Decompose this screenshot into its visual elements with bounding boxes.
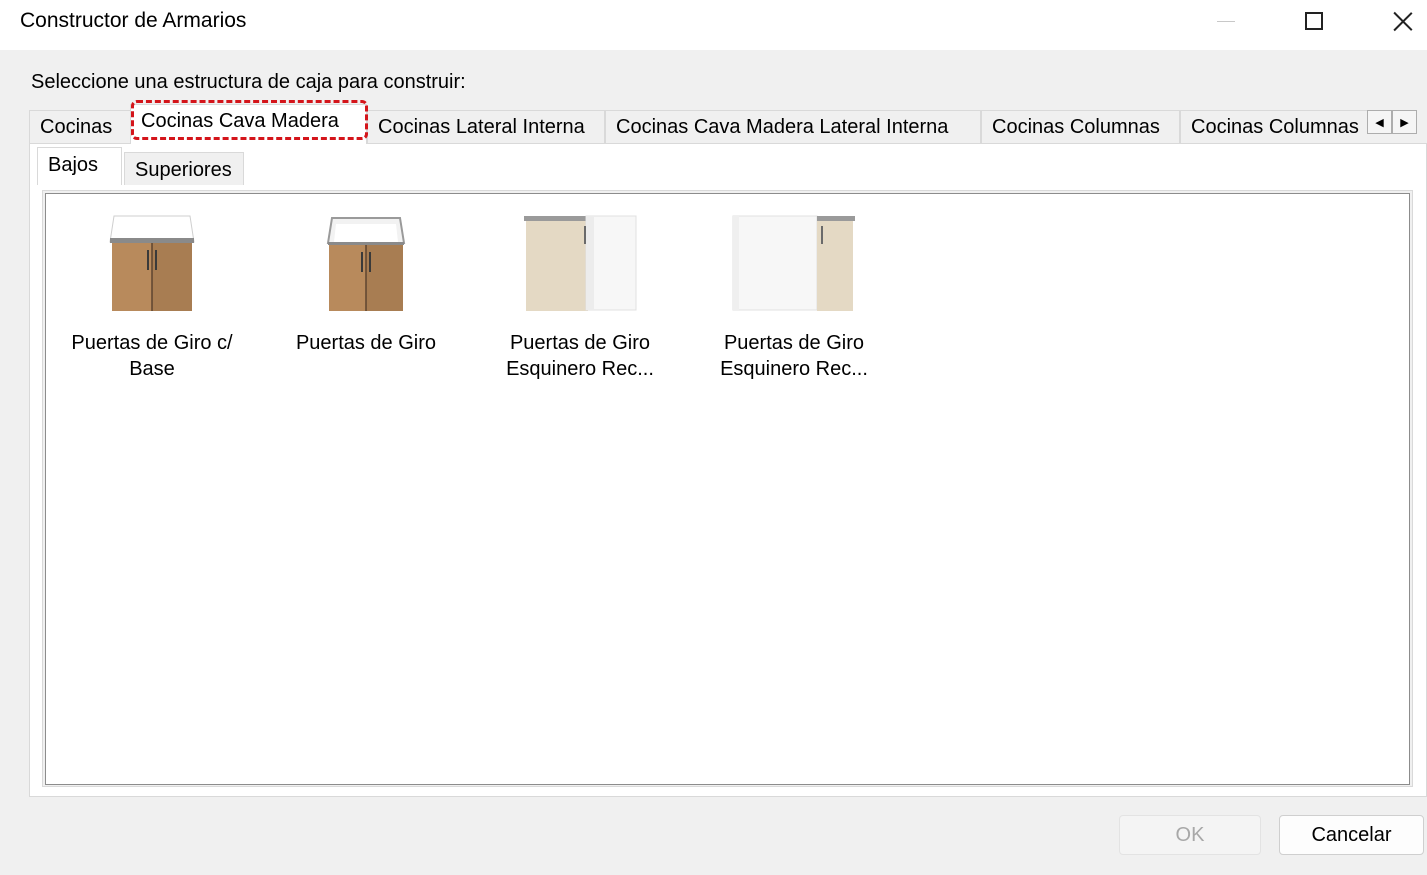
tab-superiores[interactable]: Superiores — [124, 152, 244, 185]
cabinet-builder-dialog: Constructor de Armarios Seleccione una e… — [0, 0, 1427, 875]
tab-cocinas-columnas-2[interactable]: Cocinas Columnas — [1180, 110, 1369, 144]
tab-bajos[interactable]: Bajos — [37, 147, 122, 185]
tab-cocinas-columnas[interactable]: Cocinas Columnas — [981, 110, 1180, 144]
instruction-label: Seleccione una estructura de caja para c… — [31, 71, 466, 93]
item-label-line1: Puertas de Giro — [509, 332, 651, 354]
cancel-button[interactable]: Cancelar — [1279, 815, 1424, 855]
item-label-line2: Esquinero Rec... — [506, 358, 654, 380]
tab-cocinas-lateral-interna[interactable]: Cocinas Lateral Interna — [367, 110, 605, 144]
tab-cocinas-cava-madera[interactable]: Cocinas Cava Madera — [130, 104, 367, 144]
minimize-icon — [1217, 20, 1235, 22]
cabinet-list: Puertas de Giro c/ Base Puertas de Giro … — [45, 193, 1410, 785]
subcategory-tab-page: Puertas de Giro c/ Base Puertas de Giro … — [42, 190, 1413, 787]
list-item[interactable]: Puertas de Giro Esquinero Rec... — [480, 212, 680, 382]
item-label-line1: Puertas de Giro — [723, 332, 865, 354]
minimize-button[interactable] — [1196, 0, 1256, 42]
maximize-button[interactable] — [1284, 0, 1344, 42]
arrow-left-icon[interactable]: ◀ — [1367, 110, 1392, 134]
ok-button[interactable]: OK — [1119, 815, 1261, 855]
close-button[interactable] — [1373, 0, 1427, 42]
item-label-line1: Puertas de Giro — [295, 332, 437, 354]
title-bar: Constructor de Armarios — [0, 0, 1427, 50]
close-icon — [1392, 10, 1414, 32]
item-label-line2: Base — [129, 358, 175, 380]
base-cabinet-open-icon — [316, 212, 416, 314]
item-label-line1: Puertas de Giro c/ — [71, 332, 233, 354]
base-cabinet-with-top-icon — [102, 212, 202, 314]
corner-cabinet-right-icon — [732, 212, 855, 314]
item-label-line2: Esquinero Rec... — [720, 358, 868, 380]
category-tab-strip: Cocinas Cocinas Cava Madera Cocinas Late… — [29, 104, 1369, 144]
list-item[interactable]: Puertas de Giro c/ Base — [52, 212, 252, 382]
list-item[interactable]: Puertas de Giro — [266, 212, 466, 356]
list-item[interactable]: Puertas de Giro Esquinero Rec... — [694, 212, 894, 382]
category-tab-page: Bajos Superiores Puertas de Giro c/ Base… — [29, 143, 1427, 797]
tab-scroll-buttons: ◀ ▶ — [1367, 110, 1417, 134]
arrow-right-icon[interactable]: ▶ — [1392, 110, 1417, 134]
tab-cocinas[interactable]: Cocinas — [29, 110, 131, 144]
tab-cocinas-cava-madera-lateral-interna[interactable]: Cocinas Cava Madera Lateral Interna — [605, 110, 981, 144]
window-title: Constructor de Armarios — [20, 9, 247, 32]
corner-cabinet-left-icon — [524, 212, 637, 314]
maximize-icon — [1305, 12, 1323, 30]
